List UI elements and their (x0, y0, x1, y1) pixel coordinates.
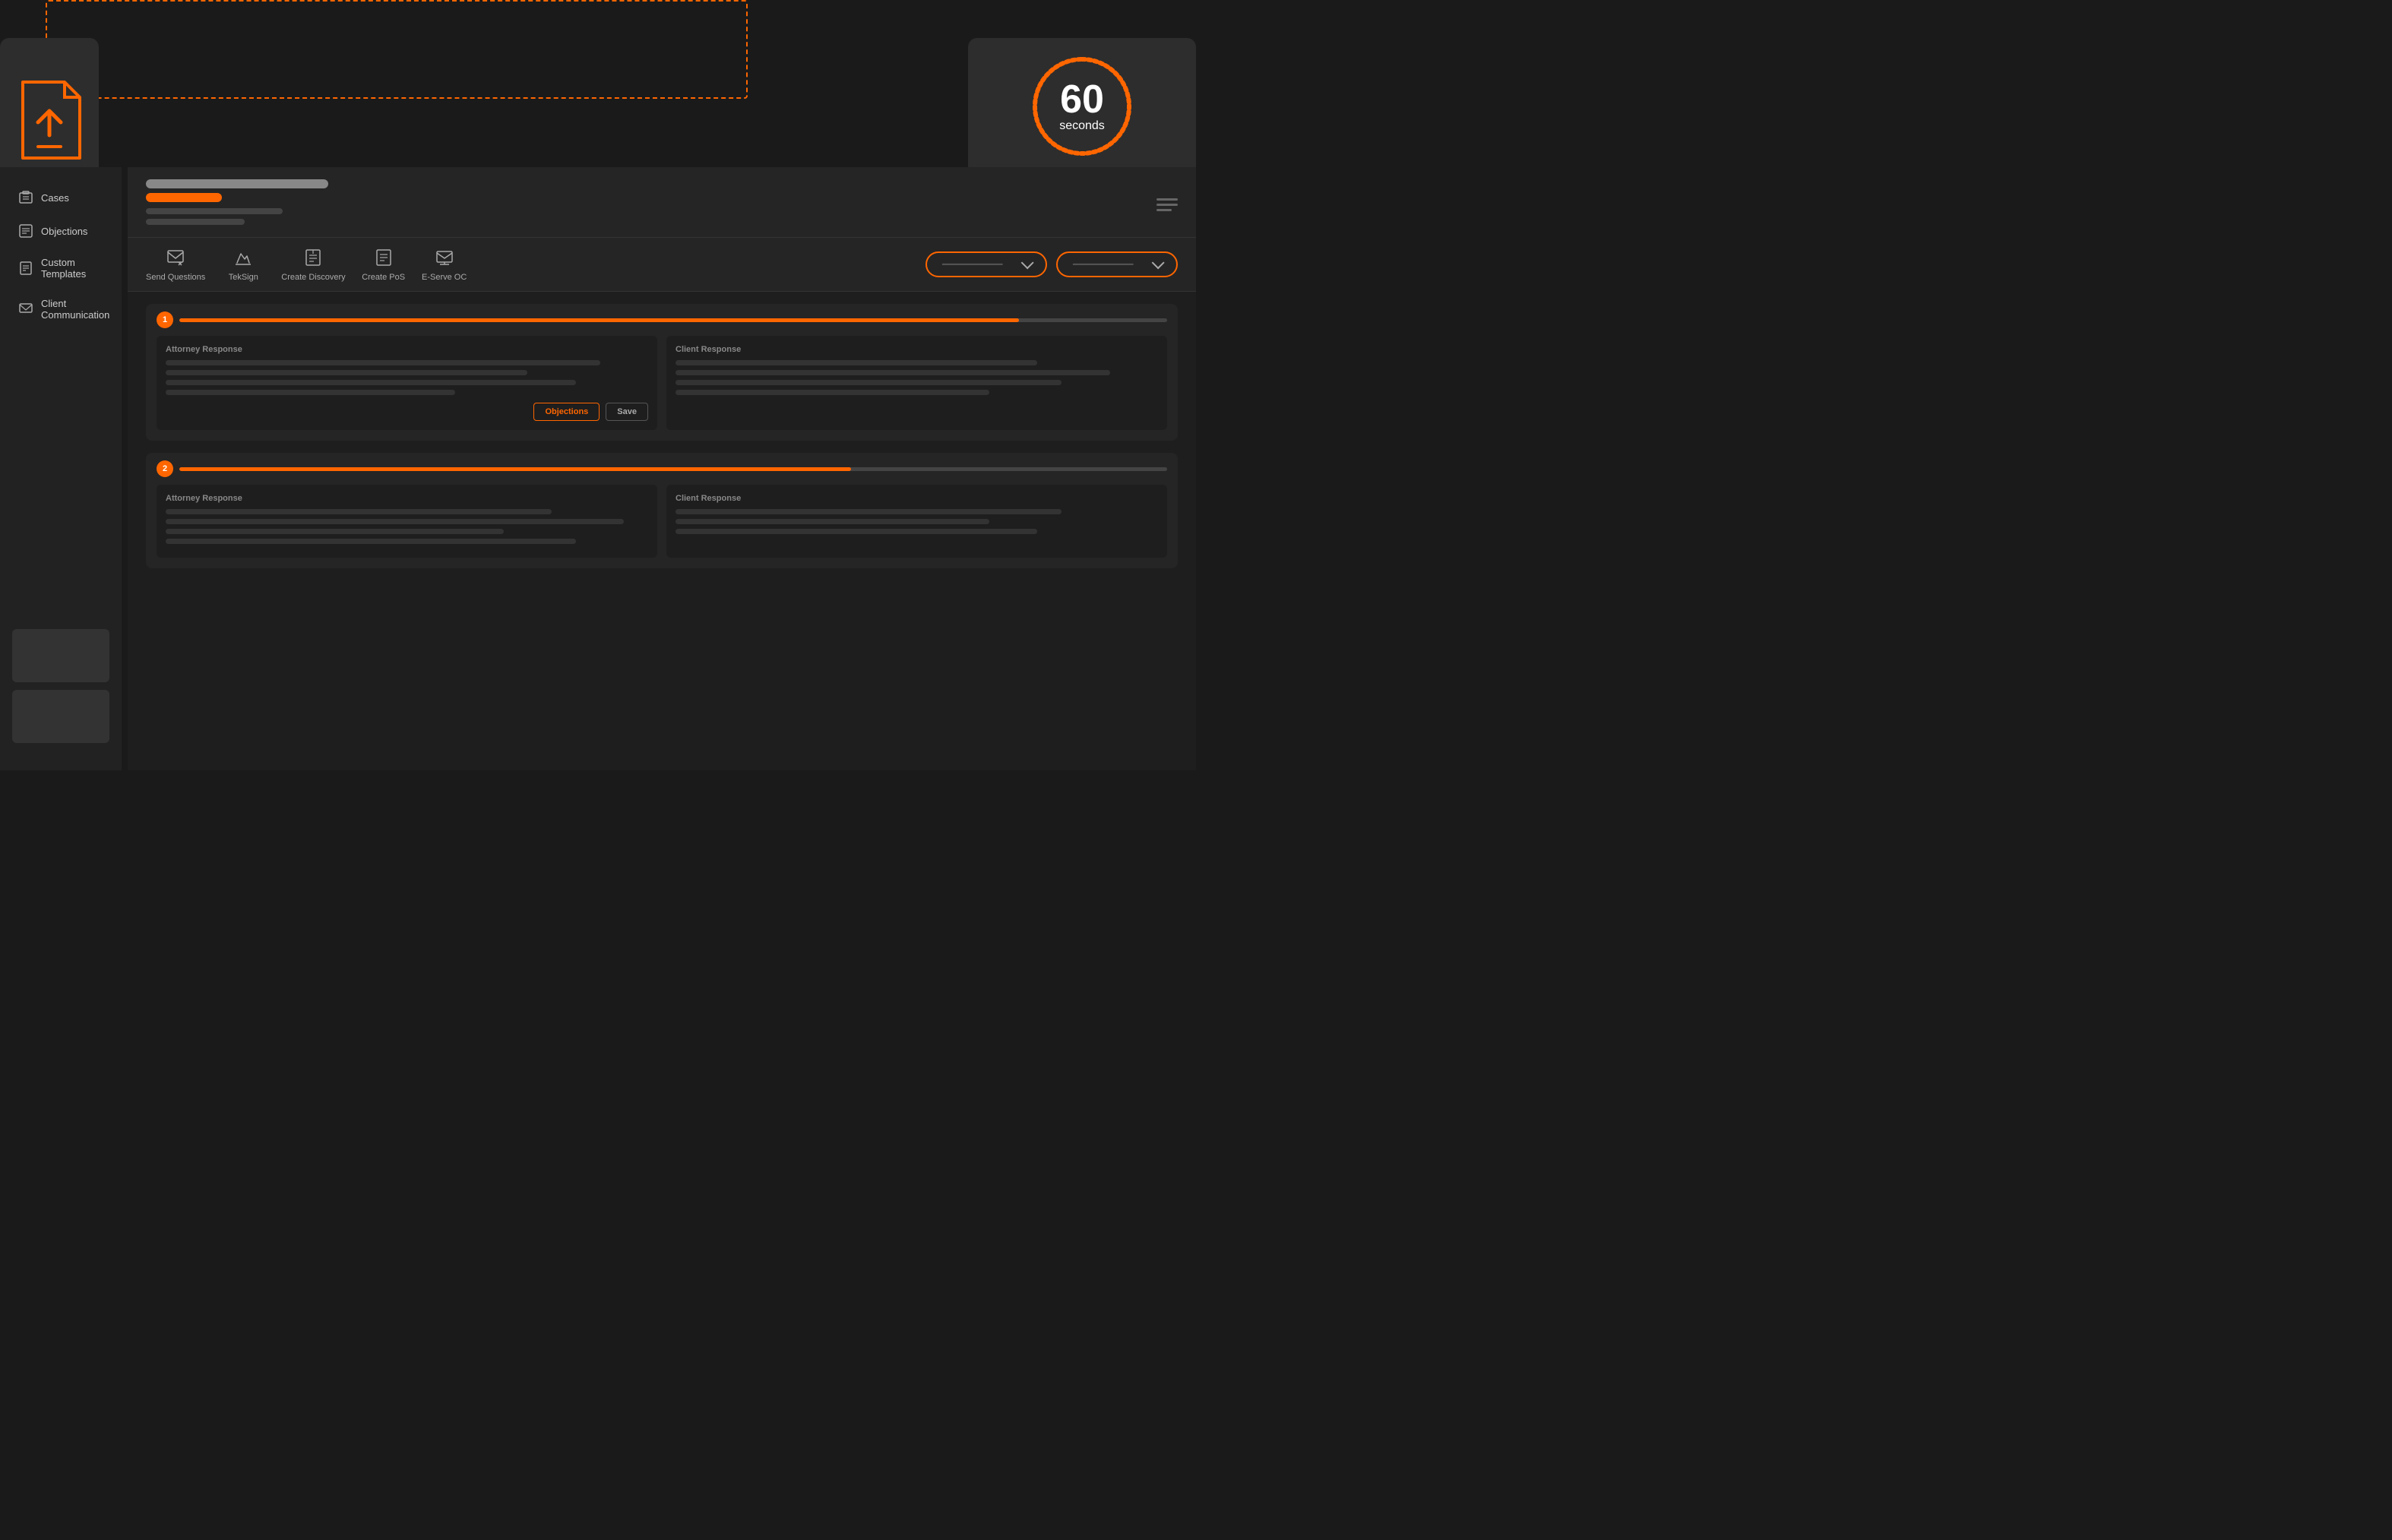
title-main-line (146, 179, 328, 188)
client-response-label-1: Client Response (676, 345, 1158, 354)
text-line (676, 380, 1062, 385)
header-title-bar (146, 179, 1178, 229)
objections-icon (18, 223, 33, 239)
text-line (166, 529, 504, 534)
title-orange-line (146, 193, 222, 202)
timer-number: 60 (1059, 80, 1105, 119)
dropdown-2-arrow (1152, 256, 1165, 269)
custom-templates-icon (18, 261, 33, 276)
timer-label: seconds (1059, 119, 1105, 133)
main-content: Send Questions TekSign (128, 167, 1196, 770)
question-1-number: 1 (157, 311, 173, 328)
header-title-block (146, 179, 1156, 229)
timer-text: 60 seconds (1059, 80, 1105, 133)
question-2-progress-fill (179, 467, 851, 471)
sidebar-bottom (0, 629, 122, 755)
client-communication-icon (18, 302, 33, 317)
text-line (166, 360, 600, 365)
text-line (676, 519, 989, 524)
text-line (166, 539, 576, 544)
text-line (166, 380, 576, 385)
question-2-number: 2 (157, 460, 173, 477)
file-upload-icon (15, 78, 84, 162)
question-card-2: 2 Attorney Response Client Response (146, 453, 1178, 568)
toolbar-dropdowns: ━━━━━━━━━━━ ━━━━━━━━━━━ (925, 251, 1178, 277)
question-1-body: Attorney Response Objections Save Client… (146, 336, 1178, 441)
send-questions-icon (165, 247, 186, 268)
question-2-header: 2 (146, 453, 1178, 485)
question-1-header: 1 (146, 304, 1178, 336)
create-pos-icon (373, 247, 394, 268)
client-response-label-2: Client Response (676, 494, 1158, 503)
attorney-response-label-1: Attorney Response (166, 345, 648, 354)
timer-card: 60 seconds (968, 38, 1196, 175)
attorney-response-panel-1: Attorney Response Objections Save (157, 336, 657, 430)
toolbar-actions: Send Questions TekSign (146, 247, 925, 282)
sidebar-objections-label: Objections (41, 226, 87, 237)
send-questions-label: Send Questions (146, 273, 205, 282)
text-line (166, 519, 624, 524)
timer-circle: 60 seconds (1029, 53, 1135, 160)
text-line (166, 390, 455, 395)
teksign-button[interactable]: TekSign (220, 247, 266, 282)
attorney-response-panel-2: Attorney Response (157, 485, 657, 558)
e-serve-oc-label: E-Serve OC (422, 273, 467, 282)
text-line (676, 509, 1062, 514)
cases-icon (18, 190, 33, 205)
title-sub-line-1 (146, 208, 283, 214)
teksign-icon (233, 247, 254, 268)
sidebar-cases-label: Cases (41, 192, 69, 204)
text-line (676, 370, 1110, 375)
toolbar: Send Questions TekSign (128, 238, 1196, 292)
menu-bar-1 (1156, 198, 1178, 201)
text-line (166, 370, 527, 375)
menu-bar-3 (1156, 209, 1172, 211)
app-header (128, 167, 1196, 238)
dashed-border-decoration (46, 0, 748, 99)
attorney-response-label-2: Attorney Response (166, 494, 648, 503)
sidebar: Cases Objections Custom Templates (0, 167, 122, 770)
objections-button-1[interactable]: Objections (533, 403, 600, 421)
sidebar-thumbnail-1 (12, 629, 109, 682)
sidebar-item-objections[interactable]: Objections (6, 216, 115, 246)
content-body: 1 Attorney Response Objections Save (128, 292, 1196, 593)
question-2-progress-bar (179, 467, 1167, 471)
client-response-panel-1: Client Response (666, 336, 1167, 430)
create-pos-label: Create PoS (362, 273, 405, 282)
create-discovery-button[interactable]: Create Discovery (281, 247, 345, 282)
client-response-panel-2: Client Response (666, 485, 1167, 558)
dropdown-1[interactable]: ━━━━━━━━━━━ (925, 251, 1047, 277)
create-discovery-label: Create Discovery (281, 273, 345, 282)
title-sub-line-2 (146, 219, 245, 225)
sidebar-thumbnail-2 (12, 690, 109, 743)
dropdown-2-text: ━━━━━━━━━━━ (1073, 259, 1133, 270)
question-card-1: 1 Attorney Response Objections Save (146, 304, 1178, 441)
save-button-1[interactable]: Save (606, 403, 648, 421)
sidebar-item-custom-templates[interactable]: Custom Templates (6, 249, 115, 287)
question-1-progress-fill (179, 318, 1019, 322)
question-1-progress-bar (179, 318, 1167, 322)
panel-1-actions: Objections Save (166, 403, 648, 421)
text-line (676, 360, 1037, 365)
sidebar-item-client-communication[interactable]: Client Communication (6, 290, 115, 328)
question-2-body: Attorney Response Client Response (146, 485, 1178, 568)
e-serve-oc-icon (434, 247, 455, 268)
sidebar-client-communication-label: Client Communication (41, 298, 109, 321)
dropdown-1-text: ━━━━━━━━━━━ (942, 259, 1002, 270)
create-discovery-icon (302, 247, 324, 268)
sidebar-custom-templates-label: Custom Templates (41, 257, 103, 280)
send-questions-button[interactable]: Send Questions (146, 247, 205, 282)
menu-bar-2 (1156, 204, 1178, 206)
e-serve-oc-button[interactable]: E-Serve OC (422, 247, 467, 282)
sidebar-item-cases[interactable]: Cases (6, 182, 115, 213)
menu-icon[interactable] (1156, 198, 1178, 211)
text-line (676, 529, 1037, 534)
text-line (676, 390, 989, 395)
create-pos-button[interactable]: Create PoS (361, 247, 407, 282)
dropdown-1-arrow (1021, 256, 1034, 269)
teksign-label: TekSign (229, 273, 258, 282)
dropdown-2[interactable]: ━━━━━━━━━━━ (1056, 251, 1178, 277)
text-line (166, 509, 552, 514)
